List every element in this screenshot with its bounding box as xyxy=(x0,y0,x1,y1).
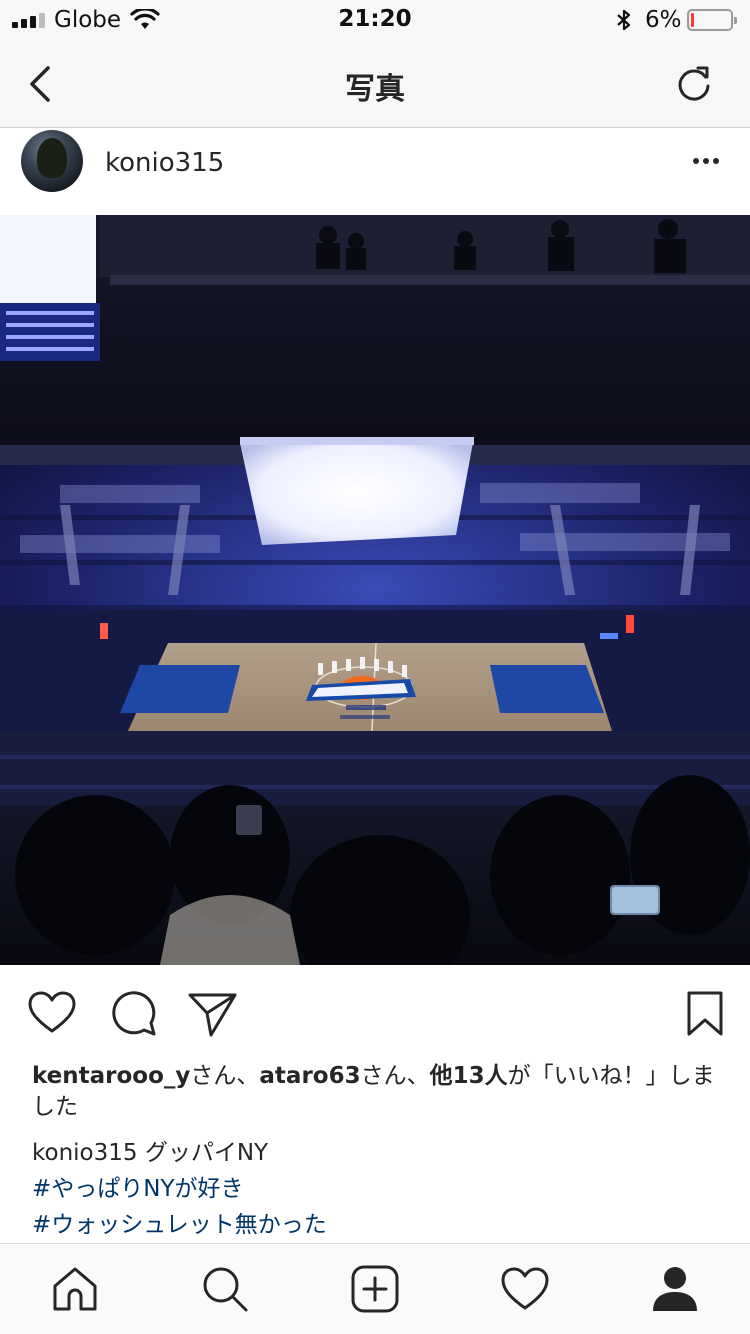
send-icon[interactable] xyxy=(188,989,238,1039)
hashtag-link[interactable]: #やっぱりNYが好き xyxy=(32,1171,722,1207)
hashtag-link[interactable]: #ウォッシュレット無かった xyxy=(32,1207,722,1243)
battery-icon xyxy=(687,9,737,31)
new-post-icon[interactable] xyxy=(350,1264,400,1314)
others-liked-link[interactable]: 他13人 xyxy=(430,1063,508,1089)
caption-text: グッパイNY xyxy=(137,1140,269,1166)
battery-percent: 6% xyxy=(645,7,682,33)
caption-username[interactable]: konio315 xyxy=(32,1140,138,1166)
post-header: konio315 xyxy=(0,128,750,215)
bottom-tab-bar xyxy=(0,1243,750,1334)
avatar[interactable] xyxy=(21,130,83,192)
comment-icon[interactable] xyxy=(108,989,158,1039)
bluetooth-icon xyxy=(617,9,631,31)
refresh-icon[interactable] xyxy=(672,62,716,106)
liker-username[interactable]: ataro63 xyxy=(259,1063,360,1089)
navigation-bar: 写真 xyxy=(0,40,750,128)
home-icon[interactable] xyxy=(50,1264,100,1314)
status-bar: Globe 21:20 6% xyxy=(0,0,750,40)
status-time: 21:20 xyxy=(338,6,412,32)
post-caption: konio315 グッパイNY #やっぱりNYが好き #ウォッシュレット無かった xyxy=(32,1135,722,1243)
search-icon[interactable] xyxy=(200,1264,250,1314)
profile-icon[interactable] xyxy=(650,1264,700,1314)
liker-username[interactable]: kentarooo_y xyxy=(32,1063,190,1089)
arena-photo-image xyxy=(0,215,750,965)
post-actions xyxy=(0,965,750,1060)
ellipsis-icon[interactable] xyxy=(684,146,728,176)
post-username[interactable]: konio315 xyxy=(105,148,224,178)
post-photo[interactable] xyxy=(0,215,750,965)
likes-summary: kentarooo_yさん、ataro63さん、他13人が「いいね！」しました xyxy=(32,1063,715,1120)
bookmark-icon[interactable] xyxy=(680,989,730,1039)
page-title: 写真 xyxy=(345,72,405,107)
battery-level xyxy=(691,13,694,27)
activity-icon[interactable] xyxy=(500,1264,550,1314)
heart-icon[interactable] xyxy=(27,989,77,1039)
